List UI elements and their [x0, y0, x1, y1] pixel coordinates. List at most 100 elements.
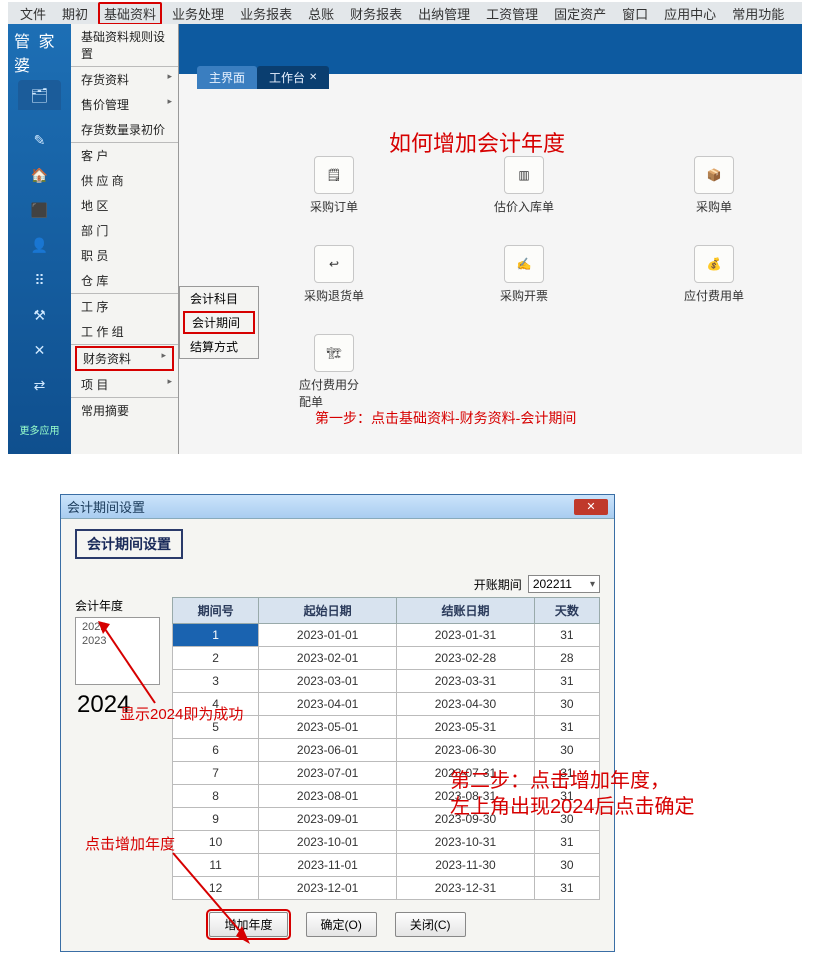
menu-cashier[interactable]: 出纳管理 — [412, 2, 476, 25]
table-cell: 31 — [534, 624, 599, 647]
anno-step2a: 第二步：点击增加年度， — [450, 764, 670, 793]
table-row[interactable]: 12023-01-012023-01-3131 — [173, 624, 600, 647]
table-cell: 2023-05-31 — [397, 716, 535, 739]
close-icon[interactable]: ✕ — [309, 72, 317, 83]
dd-wh[interactable]: 仓 库 — [71, 268, 178, 294]
table-cell: 1 — [173, 624, 259, 647]
dd-finance[interactable]: 财务资料 — [75, 346, 174, 371]
table-cell: 31 — [534, 831, 599, 854]
icon-invoice[interactable]: ✍采购开票 — [489, 245, 559, 304]
nav-more[interactable]: 更多应用 — [20, 422, 60, 437]
dd-region[interactable]: 地 区 — [71, 193, 178, 218]
icon-return[interactable]: ↩采购退货单 — [299, 245, 369, 304]
dd-dept[interactable]: 部 门 — [71, 218, 178, 243]
table-cell: 30 — [534, 693, 599, 716]
table-cell: 2023-10-01 — [259, 831, 397, 854]
menu-biz[interactable]: 业务处理 — [166, 2, 230, 25]
table-cell: 2023-07-01 — [259, 762, 397, 785]
money-icon: 💰 — [694, 245, 734, 283]
nav-icon-7[interactable]: ✕ — [31, 342, 49, 359]
headline-annotation: 如何增加会计年度 — [389, 126, 565, 158]
th-no: 期间号 — [173, 598, 259, 624]
return-icon: ↩ — [314, 245, 354, 283]
menu-bizrep[interactable]: 业务报表 — [234, 2, 298, 25]
arrow-icon — [95, 618, 165, 708]
dd-customer[interactable]: 客 户 — [71, 143, 178, 168]
nav-icon-2[interactable]: 🏠 — [31, 167, 49, 184]
table-cell: 8 — [173, 785, 259, 808]
menu-basic-data[interactable]: 基础资料 — [98, 2, 162, 25]
open-period-combo[interactable]: 202211 — [528, 575, 600, 593]
menu-init[interactable]: 期初 — [56, 2, 94, 25]
table-row[interactable]: 22023-02-012023-02-2828 — [173, 647, 600, 670]
icon-alloc[interactable]: 🏗应付费用分配单 — [299, 334, 369, 410]
menu-asset[interactable]: 固定资产 — [548, 2, 612, 25]
ok-button[interactable]: 确定(O) — [306, 912, 377, 937]
dd-proc[interactable]: 工 序 — [71, 294, 178, 319]
table-cell: 31 — [534, 716, 599, 739]
nav-icon-3[interactable]: ⬛ — [31, 202, 49, 219]
submenu-finance: 会计科目 会计期间 结算方式 — [179, 286, 259, 359]
sm-period[interactable]: 会计期间 — [183, 311, 255, 334]
table-cell: 2023-06-01 — [259, 739, 397, 762]
dialog-titlebar: 会计期间设置 ✕ — [61, 495, 614, 519]
table-cell: 2023-02-28 — [397, 647, 535, 670]
sm-settle[interactable]: 结算方式 — [180, 335, 258, 358]
dd-rules[interactable]: 基础资料规则设置 — [71, 24, 178, 67]
nav-icon-1[interactable]: ✎ — [31, 132, 49, 149]
year-label: 会计年度 — [75, 597, 160, 614]
table-cell: 2023-01-01 — [259, 624, 397, 647]
table-cell: 2023-09-01 — [259, 808, 397, 831]
nav-icon-8[interactable]: ⇄ — [31, 377, 49, 394]
menu-salary[interactable]: 工资管理 — [480, 2, 544, 25]
dd-stock[interactable]: 存货资料 — [71, 67, 178, 92]
th-end: 结账日期 — [397, 598, 535, 624]
nav-tab-icon[interactable]: 🗂 — [18, 80, 61, 110]
table-cell: 9 — [173, 808, 259, 831]
close-icon[interactable]: ✕ — [574, 499, 608, 515]
table-cell: 2023-12-31 — [397, 877, 535, 900]
nav-icon-6[interactable]: ⚒ — [31, 307, 49, 324]
dd-price[interactable]: 售价管理 — [71, 92, 178, 117]
dd-group[interactable]: 工 作 组 — [71, 319, 178, 345]
icon-estin[interactable]: ▥估价入库单 — [489, 156, 559, 215]
dd-project[interactable]: 项 目 — [71, 372, 178, 398]
sm-account[interactable]: 会计科目 — [180, 287, 258, 310]
dd-staff[interactable]: 职 员 — [71, 243, 178, 268]
dd-summary[interactable]: 常用摘要 — [71, 398, 178, 423]
nav-icon-4[interactable]: 👤 — [31, 237, 49, 254]
tab-main[interactable]: 主界面 — [197, 66, 257, 89]
close-button[interactable]: 关闭(C) — [395, 912, 466, 937]
box-icon: 📦 — [694, 156, 734, 194]
table-cell: 2023-06-30 — [397, 739, 535, 762]
alloc-icon: 🏗 — [314, 334, 354, 372]
menu-common[interactable]: 常用功能 — [726, 2, 790, 25]
icon-payfee[interactable]: 💰应付费用单 — [679, 245, 749, 304]
table-row[interactable]: 62023-06-012023-06-3030 — [173, 739, 600, 762]
nav-icon-5[interactable]: ⠿ — [31, 272, 49, 289]
table-cell: 28 — [534, 647, 599, 670]
menu-finrep[interactable]: 财务报表 — [344, 2, 408, 25]
left-nav: 管 家 婆 🗂 ✎ 🏠 ⬛ 👤 ⠿ ⚒ ✕ ⇄ 更多应用 — [8, 24, 71, 454]
step1-annotation: 第一步：点击基础资料-财务资料-会计期间 — [315, 408, 576, 428]
table-cell: 2023-10-31 — [397, 831, 535, 854]
dd-qty[interactable]: 存货数量录初价 — [71, 117, 178, 143]
dialog-title-text: 会计期间设置 — [67, 497, 145, 516]
icon-po[interactable]: 🗒采购订单 — [299, 156, 369, 215]
menu-appcenter[interactable]: 应用中心 — [658, 2, 722, 25]
icon-pbill[interactable]: 📦采购单 — [679, 156, 749, 215]
table-cell: 3 — [173, 670, 259, 693]
table-cell: 31 — [534, 877, 599, 900]
table-row[interactable]: 32023-03-012023-03-3131 — [173, 670, 600, 693]
menu-gl[interactable]: 总账 — [302, 2, 340, 25]
clipboard-icon: 🗒 — [314, 156, 354, 194]
table-cell: 31 — [534, 670, 599, 693]
dropdown-basic-data: 基础资料规则设置 存货资料 售价管理 存货数量录初价 客 户 供 应 商 地 区… — [71, 24, 179, 454]
table-cell: 2023-04-30 — [397, 693, 535, 716]
tab-workbench[interactable]: 工作台✕ — [257, 66, 329, 89]
dd-vendor[interactable]: 供 应 商 — [71, 168, 178, 193]
table-cell: 2023-11-01 — [259, 854, 397, 877]
table-cell: 30 — [534, 854, 599, 877]
menu-window[interactable]: 窗口 — [616, 2, 654, 25]
menu-file[interactable]: 文件 — [14, 2, 52, 25]
